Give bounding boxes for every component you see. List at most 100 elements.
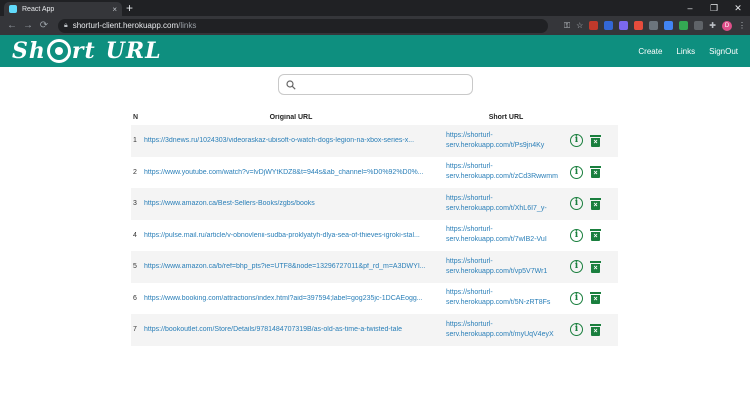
extension-green-icon[interactable] [679,21,689,30]
table-header: N Original URL Short URL [131,110,618,125]
table-row: 1 https://3dnews.ru/1024303/videoraskaz-u… [131,125,618,157]
tab-title: React App [22,5,55,13]
profile-avatar[interactable]: D [722,20,732,31]
row-actions: i × [566,134,618,148]
info-icon[interactable]: i [570,228,583,242]
react-favicon-icon [9,5,17,13]
key-icon[interactable]: ⚿ [564,21,570,31]
logo-text-left: Sh [12,38,46,64]
browser-tabbar: React App × + – ❐ ✕ [0,0,750,16]
search-icon [285,79,296,90]
table-row: 4 https://pulse.mail.ru/article/v-obnovle… [131,220,618,252]
info-icon[interactable]: i [570,197,583,211]
delete-icon[interactable]: × [590,260,601,273]
short-url-link[interactable]: https://shorturl-serv.herokuapp.com/t/vp… [446,257,566,277]
logo-text-mid: rt [71,38,96,64]
original-url-link[interactable]: https://www.amazon.ca/Best-Sellers-Books… [144,200,446,207]
row-actions: i × [566,228,618,242]
header-n: N [133,114,139,121]
original-url-link[interactable]: https://pulse.mail.ru/article/v-obnovlen… [144,232,446,239]
table-row: 3 https://www.amazon.ca/Best-Sellers-Book… [131,188,618,220]
original-url-link[interactable]: https://3dnews.ru/1024303/videoraskaz-ub… [144,137,446,144]
info-icon[interactable]: i [570,291,583,305]
delete-icon[interactable]: × [590,229,601,242]
row-number: 7 [133,326,137,334]
delete-icon[interactable]: × [590,134,601,147]
nav-create-link[interactable]: Create [638,47,662,56]
row-number: 3 [133,200,137,208]
extension-area: ⚿ ☆ ✚ D ⋮ [564,20,746,31]
header-original-url: Original URL [269,114,313,121]
url-path: /links [178,21,197,30]
delete-icon[interactable]: × [590,323,601,336]
row-actions: i × [566,291,618,305]
lock-icon: 🔒︎ [64,21,68,29]
extension-youtube-icon[interactable] [634,21,644,30]
info-icon[interactable]: i [570,165,583,179]
extension-purple-icon[interactable] [619,21,629,30]
original-url-link[interactable]: https://www.booking.com/attractions/inde… [144,295,446,302]
puzzle-icon[interactable]: ✚ [709,21,716,30]
delete-icon[interactable]: × [590,166,601,179]
info-icon[interactable]: i [570,134,583,148]
short-url-link[interactable]: https://shorturl-serv.herokuapp.com/t/5N… [446,288,566,308]
logo-text-right: URL [105,38,162,64]
minimize-button[interactable]: – [678,0,702,16]
delete-icon[interactable]: × [590,197,601,210]
extension-dark-icon[interactable] [694,21,704,30]
window-controls: – ❐ ✕ [678,0,750,16]
short-url-link[interactable]: https://shorturl-serv.herokuapp.com/t/zC… [446,162,566,182]
row-number: 6 [133,294,137,302]
short-url-link[interactable]: https://shorturl-serv.herokuapp.com/t/Xh… [446,194,566,214]
url-host: shorturl-client.herokuapp.com [72,21,179,30]
back-button[interactable]: ← [4,20,20,31]
table-row: 6 https://www.booking.com/attractions/ind… [131,283,618,315]
table-row: 5 https://www.amazon.ca/b/ref=bhp_pts?ie=… [131,251,618,283]
extension-gray-icon[interactable] [649,21,659,30]
app-header: Sh rt URL Create Links SignOut [0,35,750,67]
extension-compass-icon[interactable] [664,21,674,30]
links-table: N Original URL Short URL 1 https://3dnews… [131,110,618,346]
row-actions: i × [566,197,618,211]
logo-ring-icon [46,39,71,63]
row-actions: i × [566,260,618,274]
info-icon[interactable]: i [570,260,583,274]
nav-signout-link[interactable]: SignOut [709,47,738,56]
row-number: 2 [133,168,137,176]
info-icon[interactable]: i [570,323,583,337]
app-logo[interactable]: Sh rt URL [12,38,162,64]
row-number: 1 [133,137,137,145]
short-url-link[interactable]: https://shorturl-serv.herokuapp.com/t/Ps… [446,131,566,151]
new-tab-button[interactable]: + [126,1,133,15]
forward-button[interactable]: → [20,20,36,31]
main-nav: Create Links SignOut [638,47,738,56]
table-body: 1 https://3dnews.ru/1024303/videoraskaz-u… [131,125,618,346]
row-number: 4 [133,231,137,239]
original-url-link[interactable]: https://bookoutlet.com/Store/Details/978… [144,326,446,333]
short-url-link[interactable]: https://shorturl-serv.herokuapp.com/t/my… [446,320,566,340]
table-row: 7 https://bookoutlet.com/Store/Details/97… [131,314,618,346]
extension-blue-icon[interactable] [604,21,614,30]
row-actions: i × [566,323,618,337]
delete-icon[interactable]: × [590,292,601,305]
address-bar[interactable]: 🔒︎ shorturl-client.herokuapp.com/links [58,18,548,33]
browser-toolbar: ← → ⟳ 🔒︎ shorturl-client.herokuapp.com/l… [0,16,750,35]
original-url-link[interactable]: https://www.amazon.ca/b/ref=bhp_pts?ie=U… [144,263,446,270]
reload-button[interactable]: ⟳ [36,20,52,31]
row-number: 5 [133,263,137,271]
header-short-url: Short URL [488,113,524,121]
nav-links-link[interactable]: Links [676,47,695,56]
menu-icon[interactable]: ⋮ [738,21,746,30]
original-url-link[interactable]: https://www.youtube.com/watch?v=lvDjWYtK… [144,169,446,176]
table-row: 2 https://www.youtube.com/watch?v=lvDjWYt… [131,157,618,189]
row-actions: i × [566,165,618,179]
browser-tab[interactable]: React App × [4,2,122,16]
maximize-button[interactable]: ❐ [702,0,726,16]
short-url-link[interactable]: https://shorturl-serv.herokuapp.com/t/7w… [446,225,566,245]
search-input[interactable] [277,74,473,95]
search-container [0,74,750,95]
close-window-button[interactable]: ✕ [726,0,750,16]
tab-close-icon[interactable]: × [112,5,117,14]
extension-red-icon[interactable] [589,21,599,30]
star-icon[interactable]: ☆ [576,21,583,30]
